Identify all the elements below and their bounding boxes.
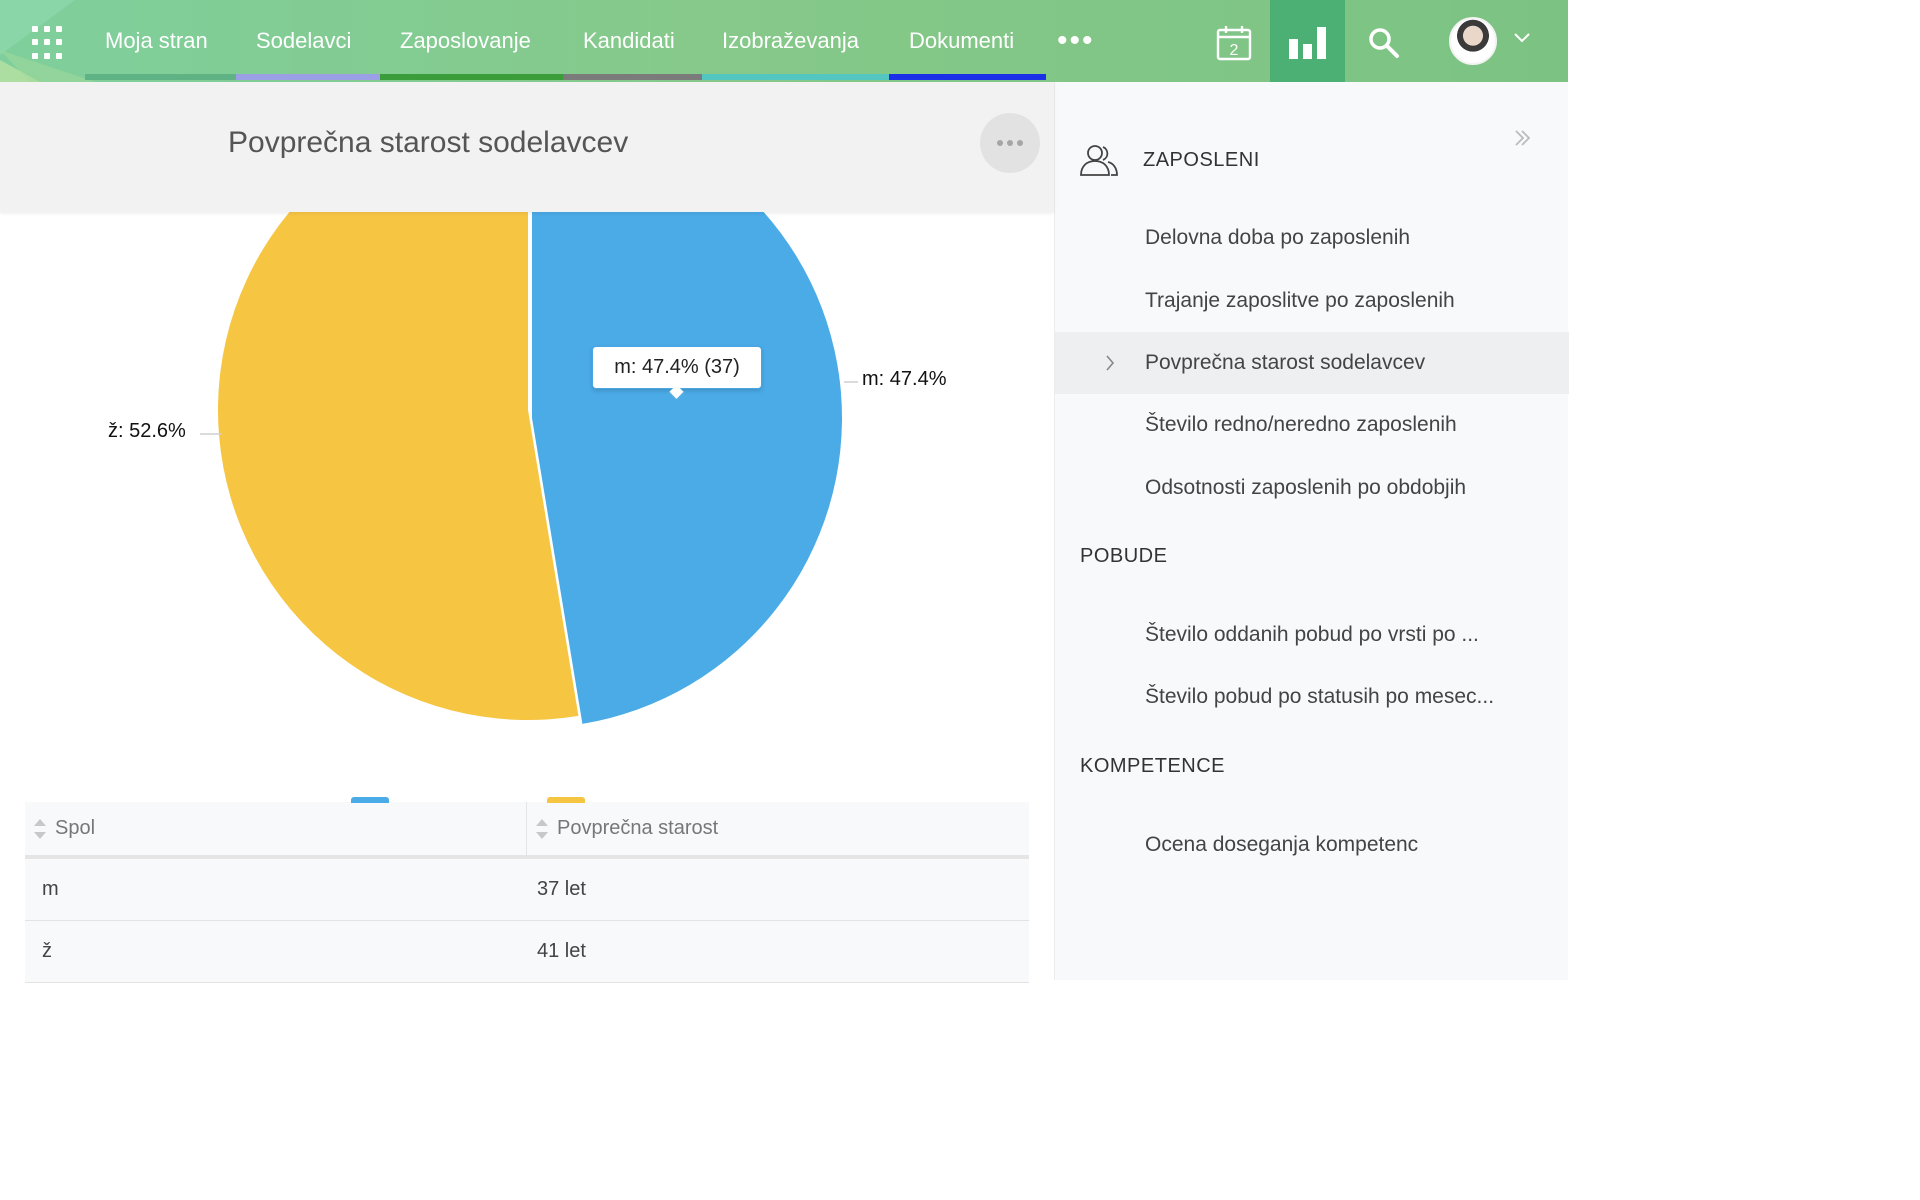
section-heading-zaposleni: ZAPOSLENI	[1143, 149, 1260, 171]
search-button[interactable]	[1350, 0, 1418, 86]
table-cell: m	[42, 878, 59, 900]
dot-icon	[997, 140, 1003, 146]
bar-chart-icon	[1288, 27, 1326, 59]
nav-item-label: Sodelavci	[256, 28, 352, 53]
apps-grid-icon[interactable]	[32, 26, 66, 60]
legend-swatch-m[interactable]	[351, 797, 389, 803]
calendar-button[interactable]: 2	[1210, 0, 1258, 86]
nav-item-zaposlovanje[interactable]: Zaposlovanje	[380, 0, 563, 82]
table-header: Spol Povprečna starost	[25, 802, 1029, 859]
collapse-sidebar-icon[interactable]	[1513, 128, 1533, 148]
nav-underline	[236, 74, 380, 80]
table-row[interactable]: m 37 let	[25, 859, 1029, 921]
table-row[interactable]: ž 41 let	[25, 921, 1029, 983]
calendar-day: 2	[1230, 42, 1239, 59]
dot-icon	[1007, 140, 1013, 146]
reports-button[interactable]	[1270, 0, 1345, 86]
more-options-button[interactable]	[980, 113, 1040, 173]
sidebar-item-label: Število oddanih pobud po vrsti po ...	[1145, 623, 1479, 646]
report-panel: Povprečna starost sodelavcev m: 47.4% ž:…	[0, 82, 1054, 983]
main-nav: Moja stran Sodelavci Zaposlovanje Kandid…	[85, 0, 1046, 82]
sidebar-item-odsotnosti[interactable]: Odsotnosti zaposlenih po obdobjih	[1055, 457, 1569, 519]
nav-item-label: Zaposlovanje	[400, 28, 531, 53]
calendar-icon: 2	[1216, 26, 1252, 61]
chevron-down-icon[interactable]	[1512, 30, 1532, 44]
sort-icon	[536, 818, 548, 839]
chevron-right-icon	[1106, 355, 1115, 371]
nav-underline	[563, 74, 702, 80]
top-navigation-bar: Moja stran Sodelavci Zaposlovanje Kandid…	[0, 0, 1568, 86]
legend-swatch-z[interactable]	[547, 797, 585, 803]
reports-sidebar: ZAPOSLENI Delovna doba po zaposlenih Tra…	[1054, 82, 1569, 980]
nav-item-label: Dokumenti	[909, 28, 1015, 53]
nav-underline	[85, 74, 236, 80]
sidebar-item-label: Število redno/neredno zaposlenih	[1145, 413, 1457, 436]
dot-icon	[1017, 140, 1023, 146]
sidebar-item-label: Odsotnosti zaposlenih po obdobjih	[1145, 476, 1467, 499]
data-table: Spol Povprečna starost m 37 let ž 41 let	[25, 802, 1029, 983]
sidebar-item-povprecna-starost[interactable]: Povprečna starost sodelavcev	[1055, 332, 1569, 394]
sidebar-item-oddane-pobude[interactable]: Število oddanih pobud po vrsti po ...	[1055, 604, 1569, 666]
report-header: Povprečna starost sodelavcev	[0, 82, 1054, 212]
column-header-label: Spol	[55, 817, 96, 839]
sort-icon	[34, 818, 46, 839]
pie-label-m: m: 47.4%	[862, 368, 947, 390]
nav-underline	[702, 74, 889, 80]
column-header-povprecna-starost[interactable]: Povprečna starost	[527, 802, 1029, 855]
nav-item-label: Izobraževanja	[722, 28, 859, 53]
sidebar-item-trajanje-zaposlitve[interactable]: Trajanje zaposlitve po zaposlenih	[1055, 270, 1569, 332]
nav-item-moja-stran[interactable]: Moja stran	[85, 0, 236, 82]
table-cell: 37 let	[537, 878, 586, 900]
sidebar-item-pobude-statusi[interactable]: Število pobud po statusih po mesec...	[1055, 666, 1569, 728]
people-icon	[1080, 145, 1118, 176]
column-header-label: Povprečna starost	[557, 817, 719, 839]
pie-label-z: ž: 52.6%	[108, 420, 186, 442]
page-title: Povprečna starost sodelavcev	[228, 126, 629, 159]
nav-more-button[interactable]: •••	[1057, 24, 1095, 58]
sidebar-item-redno-neredno[interactable]: Število redno/neredno zaposlenih	[1055, 394, 1569, 456]
sidebar-item-ocena-kompetenc[interactable]: Ocena doseganja kompetenc	[1055, 814, 1569, 876]
sidebar-item-label: Ocena doseganja kompetenc	[1145, 833, 1419, 856]
section-heading-pobude: POBUDE	[1080, 545, 1168, 567]
sidebar-item-delovna-doba[interactable]: Delovna doba po zaposlenih	[1055, 207, 1569, 269]
nav-underline	[380, 74, 563, 80]
column-header-spol[interactable]: Spol	[25, 802, 527, 855]
nav-item-sodelavci[interactable]: Sodelavci	[236, 0, 380, 82]
avatar[interactable]	[1449, 17, 1497, 65]
nav-item-izobrazevanja[interactable]: Izobraževanja	[702, 0, 889, 82]
nav-item-label: Kandidati	[583, 28, 675, 53]
sidebar-item-label: Delovna doba po zaposlenih	[1145, 226, 1411, 249]
table-cell: ž	[42, 940, 52, 962]
chart-tooltip: m: 47.4% (37)	[592, 346, 762, 389]
nav-item-dokumenti[interactable]: Dokumenti	[889, 0, 1046, 82]
sidebar-item-label: Število pobud po statusih po mesec...	[1145, 685, 1495, 708]
section-heading-kompetence: KOMPETENCE	[1080, 755, 1226, 777]
nav-underline	[889, 74, 1046, 80]
nav-item-label: Moja stran	[105, 28, 208, 53]
nav-item-kandidati[interactable]: Kandidati	[563, 0, 702, 82]
table-cell: 41 let	[537, 940, 586, 962]
sidebar-item-label: Trajanje zaposlitve po zaposlenih	[1145, 289, 1455, 312]
search-icon	[1369, 28, 1399, 58]
sidebar-item-label: Povprečna starost sodelavcev	[1145, 351, 1426, 374]
